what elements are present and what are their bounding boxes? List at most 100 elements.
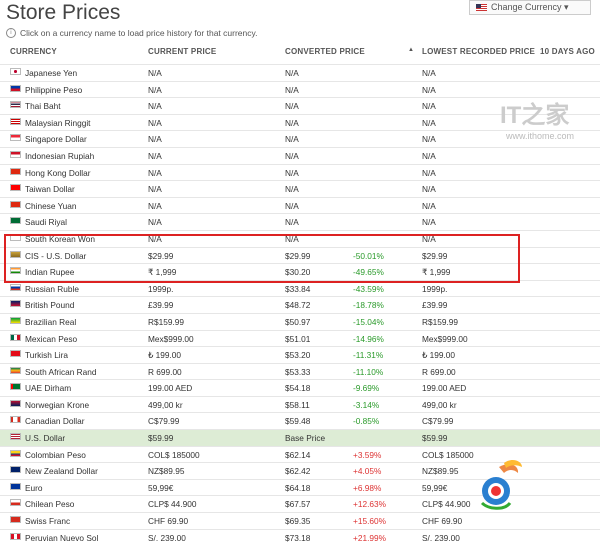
tw-flag-icon xyxy=(10,184,21,192)
current-price: 1999р. xyxy=(148,283,174,294)
currency-name-link[interactable]: Malaysian Ringgit xyxy=(25,118,90,128)
table-row: Taiwan Dollar N/A N/A N/A xyxy=(0,180,600,197)
currency-name-link[interactable]: Canadian Dollar xyxy=(25,416,85,426)
cl-flag-icon xyxy=(10,499,21,507)
currency-name-link[interactable]: CIS - U.S. Dollar xyxy=(25,251,86,261)
current-price: CHF 69.90 xyxy=(148,516,189,527)
converted-price: N/A xyxy=(285,68,299,78)
watermark-logo: IT之家 xyxy=(500,102,570,129)
lowest-price: $29.99 xyxy=(422,250,448,261)
table-row: CIS - U.S. Dollar $29.99 $29.99 -50.01% $29.… xyxy=(0,246,600,264)
col-10-days-ago[interactable]: 10 DAYS AGO xyxy=(540,47,595,56)
price-difference: -0.85% xyxy=(353,416,380,427)
price-difference: -49.65% xyxy=(353,267,384,278)
currency-name-link[interactable]: Philippine Peso xyxy=(25,85,82,95)
currency-name-link[interactable]: Russian Ruble xyxy=(25,284,79,294)
currency-name-link[interactable]: Thai Baht xyxy=(25,101,61,111)
currency-name-link[interactable]: New Zealand Dollar xyxy=(25,466,98,476)
table-row: Indonesian Rupiah N/A N/A N/A xyxy=(0,146,600,164)
price-difference: -15.04% xyxy=(353,316,384,327)
id-flag-icon xyxy=(10,150,21,158)
nz-flag-icon xyxy=(10,466,21,474)
current-price: $29.99 xyxy=(148,250,174,261)
converted-price: N/A xyxy=(285,101,299,112)
current-price: ₺ 199.00 xyxy=(148,350,181,361)
lowest-price: N/A xyxy=(422,150,436,161)
table-row: Swiss Franc CHF 69.90 $69.35 +15.60% CHF 69.… xyxy=(0,512,600,529)
price-difference: -3.14% xyxy=(353,399,380,410)
table-row: British Pound £39.99 $48.72 -18.78% £39.99 xyxy=(0,296,600,313)
currency-name-link[interactable]: Chinese Yuan xyxy=(25,201,77,211)
current-price: N/A xyxy=(148,117,162,128)
price-difference: +15.60% xyxy=(353,516,386,527)
price-difference: +6.98% xyxy=(353,482,382,493)
change-currency-label: Change Currency ▾ xyxy=(491,2,569,12)
currency-name-link[interactable]: Swiss Franc xyxy=(25,516,70,526)
ae-flag-icon xyxy=(10,383,21,391)
converted-price: $62.42 xyxy=(285,466,311,477)
price-difference: -11.31% xyxy=(353,350,384,361)
lowest-price: N/A xyxy=(422,200,436,211)
converted-price: N/A xyxy=(285,200,299,211)
converted-price: $48.72 xyxy=(285,300,311,311)
lowest-price: ₹ 1,999 xyxy=(422,267,451,278)
currency-name-link[interactable]: Taiwan Dollar xyxy=(25,184,75,194)
currency-name-link[interactable]: Indian Rupee xyxy=(25,267,74,277)
currency-name-link[interactable]: Mexican Peso xyxy=(25,334,77,344)
converted-price: $30.20 xyxy=(285,267,311,278)
currency-name-link[interactable]: U.S. Dollar xyxy=(25,433,65,443)
currency-name-link[interactable]: Chilean Peso xyxy=(25,499,74,509)
ch-flag-icon xyxy=(10,516,21,524)
table-row: U.S. Dollar $59.99 Base Price $59.99 xyxy=(0,429,600,446)
converted-price: N/A xyxy=(285,167,299,178)
currency-name-link[interactable]: UAE Dirham xyxy=(25,383,71,393)
table-row: Chinese Yuan N/A N/A N/A xyxy=(0,196,600,214)
currency-name-link[interactable]: Japanese Yen xyxy=(25,68,77,78)
converted-price: $64.18 xyxy=(285,482,311,493)
sort-asc-icon[interactable]: ▲ xyxy=(408,47,414,53)
col-current-price[interactable]: CURRENT PRICE xyxy=(148,47,216,56)
currency-name-link[interactable]: Norwegian Krone xyxy=(25,400,89,410)
currency-name-link[interactable]: Saudi Riyal xyxy=(25,217,67,227)
col-lowest-price[interactable]: LOWEST RECORDED PRICE xyxy=(422,47,535,56)
currency-name-link[interactable]: Peruvian Nuevo Sol xyxy=(25,533,98,543)
jp-flag-icon xyxy=(10,68,21,75)
currency-name-link[interactable]: Indonesian Rupiah xyxy=(25,151,94,161)
currency-name-link[interactable]: Hong Kong Dollar xyxy=(25,168,91,178)
gb-flag-icon xyxy=(10,300,21,308)
table-row: Turkish Lira ₺ 199.00 $53.20 -11.31% ₺ 199.0… xyxy=(0,346,600,363)
lowest-price: N/A xyxy=(422,184,436,195)
lowest-price: N/A xyxy=(422,217,436,228)
table-row: UAE Dirham 199.00 AED $54.18 -9.69% 199.00 A… xyxy=(0,379,600,396)
currency-name-link[interactable]: British Pound xyxy=(25,300,74,310)
current-price: N/A xyxy=(148,167,162,178)
lowest-price: R 699.00 xyxy=(422,366,456,377)
co-flag-icon xyxy=(10,449,21,457)
converted-price: $67.57 xyxy=(285,499,311,510)
sg-flag-icon xyxy=(10,134,21,142)
currency-name-link[interactable]: Singapore Dollar xyxy=(25,134,87,144)
currency-name-link[interactable]: Turkish Lira xyxy=(25,350,68,360)
price-difference: +3.59% xyxy=(353,449,382,460)
mx-flag-icon xyxy=(10,333,21,341)
current-price: R$159.99 xyxy=(148,316,184,327)
current-price: N/A xyxy=(148,101,162,112)
tr-flag-icon xyxy=(10,350,21,358)
lowest-price: CHF 69.90 xyxy=(422,516,463,527)
hint-text: i Click on a currency name to load price… xyxy=(6,28,257,38)
lowest-price: N/A xyxy=(422,167,436,178)
col-currency[interactable]: CURRENCY xyxy=(10,47,57,56)
lowest-price: N/A xyxy=(422,101,436,112)
currency-name-link[interactable]: Brazilian Real xyxy=(25,317,76,327)
table-row: Peruvian Nuevo Sol S/. 239.00 $73.18 +21.99… xyxy=(0,528,600,545)
cn-flag-icon xyxy=(10,200,21,208)
currency-name-link[interactable]: South Korean Won xyxy=(25,234,95,244)
currency-name-link[interactable]: South African Rand xyxy=(25,367,97,377)
currency-name-link[interactable]: Euro xyxy=(25,483,43,493)
lowest-price: N/A xyxy=(422,68,436,78)
currency-name-link[interactable]: Colombian Peso xyxy=(25,450,86,460)
change-currency-button[interactable]: Change Currency ▾ xyxy=(469,0,591,15)
current-price: N/A xyxy=(148,134,162,145)
col-converted-price[interactable]: CONVERTED PRICE xyxy=(285,47,365,56)
current-price: N/A xyxy=(148,217,162,228)
